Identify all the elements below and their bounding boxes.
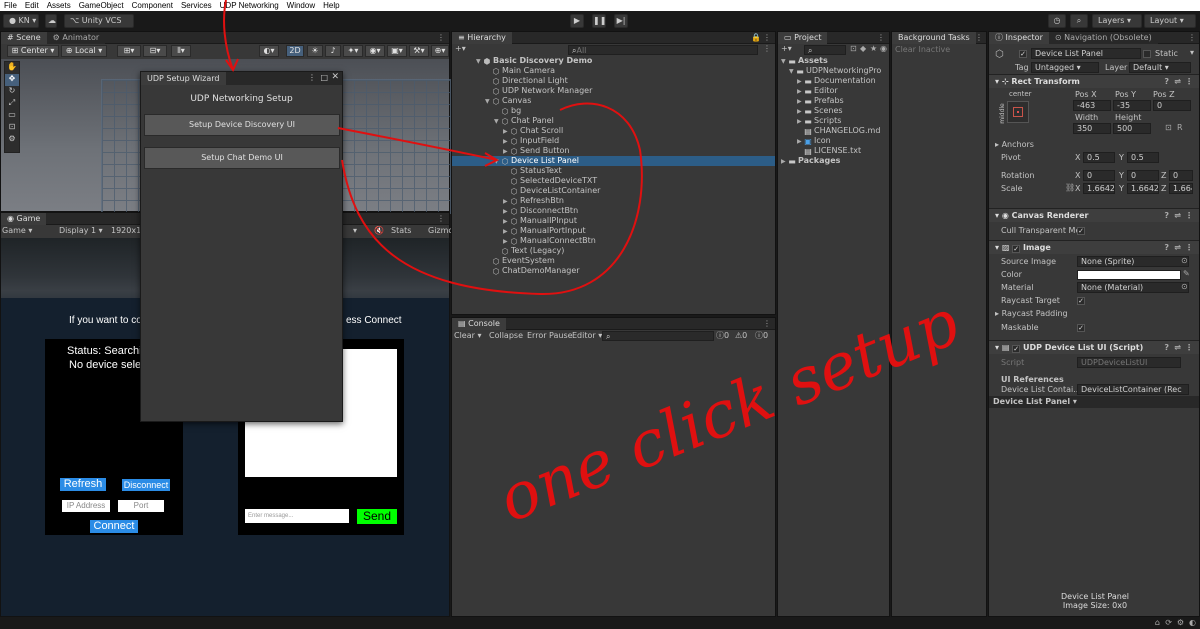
annotation-overlay: one click setup xyxy=(223,0,970,538)
annotation-arrow-menu xyxy=(223,0,234,71)
annotation-arrow-hierarchy xyxy=(337,127,498,161)
annotation-loop xyxy=(341,102,643,296)
annotation-text: one click setup xyxy=(489,286,970,538)
